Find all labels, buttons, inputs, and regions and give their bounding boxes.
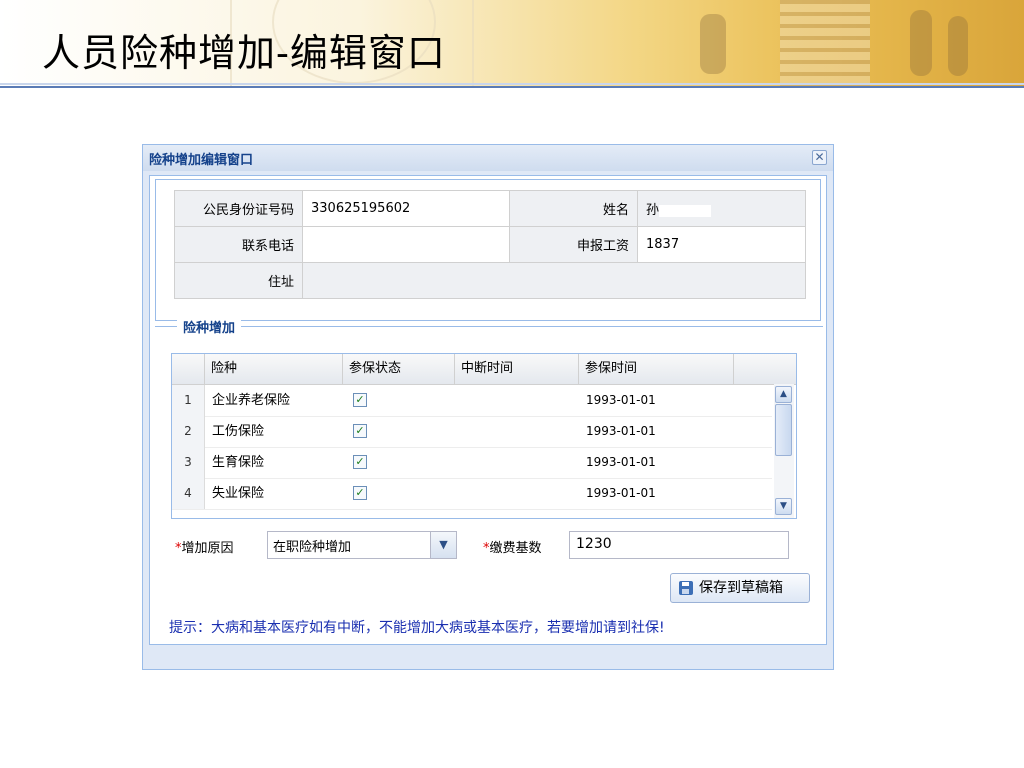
banner-decoration-figure: [948, 16, 968, 76]
save-button-label: 保存到草稿箱: [699, 580, 783, 596]
break-time-cell: [456, 447, 462, 478]
window-header: 险种增加编辑窗口 ✕: [143, 145, 833, 171]
grid-header: 险种 参保状态 中断时间 参保时间: [172, 354, 796, 385]
insurance-type-cell: 生育保险: [212, 455, 265, 470]
window-title: 险种增加编辑窗口: [149, 153, 254, 168]
masked-region: [410, 202, 451, 215]
person-info-table: 公民身份证号码 330625195602 姓名 孙 联系电话 申报工资 1837…: [174, 190, 806, 299]
name-label: 姓名: [509, 190, 638, 227]
table-row[interactable]: 4 失业保险 ✓ 1993-01-01: [172, 478, 772, 510]
join-time-cell: 1993-01-01: [586, 424, 656, 438]
id-number-label: 公民身份证号码: [174, 190, 303, 227]
close-icon[interactable]: ✕: [812, 150, 827, 165]
banner-divider: [0, 86, 1024, 88]
banner-decoration-figure: [700, 14, 726, 74]
contribution-base-label: *缴费基数: [483, 541, 542, 556]
column-header-break-time[interactable]: 中断时间: [455, 354, 579, 384]
column-header-join-time[interactable]: 参保时间: [579, 354, 734, 384]
edit-window: 险种增加编辑窗口 ✕ 公民身份证号码 330625195602 姓名 孙 联系电…: [142, 144, 834, 670]
table-row[interactable]: 3 生育保险 ✓ 1993-01-01: [172, 447, 772, 479]
scroll-down-icon[interactable]: ▼: [775, 498, 792, 515]
row-number-header: [172, 354, 205, 384]
banner-decoration-stairs: [780, 0, 870, 88]
insurance-grid: 险种 参保状态 中断时间 参保时间 1 企业养老保险 ✓ 1993-01-01 …: [171, 353, 797, 519]
banner-divider: [0, 83, 1024, 85]
insurance-type-cell: 工伤保险: [212, 424, 265, 439]
break-time-cell: [456, 478, 462, 509]
join-time-cell: 1993-01-01: [586, 393, 656, 407]
scroll-thumb[interactable]: [775, 404, 792, 456]
enrolled-checkbox[interactable]: ✓: [353, 486, 367, 500]
scroll-up-icon[interactable]: ▲: [775, 386, 792, 403]
slide-title: 人员险种增加-编辑窗口: [42, 31, 446, 75]
address-label: 住址: [174, 262, 303, 299]
save-to-drafts-button[interactable]: 保存到草稿箱: [670, 573, 810, 603]
phone-label: 联系电话: [174, 226, 303, 263]
name-text: 孙: [646, 203, 660, 218]
reason-combobox[interactable]: 在职险种增加 ▼: [267, 531, 457, 559]
salary-label: 申报工资: [509, 226, 638, 263]
banner-decoration-figure: [910, 10, 932, 76]
join-time-cell: 1993-01-01: [586, 455, 656, 469]
enrolled-checkbox[interactable]: ✓: [353, 393, 367, 407]
address-value: [302, 262, 806, 299]
break-time-cell: [456, 416, 462, 447]
row-number: 4: [172, 478, 205, 509]
table-row[interactable]: 2 工伤保险 ✓ 1993-01-01: [172, 416, 772, 448]
id-number-value: 330625195602: [302, 190, 510, 227]
reason-label: *增加原因: [175, 541, 234, 556]
section-legend: 险种增加: [177, 317, 242, 336]
id-number-text: 330625195602: [311, 201, 411, 216]
column-header-type[interactable]: 险种: [205, 354, 343, 384]
reason-combobox-value: 在职险种增加: [273, 540, 352, 555]
insurance-type-cell: 失业保险: [212, 486, 265, 501]
grid-scrollbar[interactable]: ▲ ▼: [774, 384, 794, 518]
insurance-add-section: 险种增加 险种 参保状态 中断时间 参保时间 1 企业养老保险 ✓ 1993-0…: [155, 317, 823, 638]
hint-text: 提示：大病和基本医疗如有中断，不能增加大病或基本医疗，若要增加请到社保!: [169, 620, 665, 636]
phone-value: [302, 226, 510, 263]
row-number: 2: [172, 416, 205, 447]
salary-value: 1837: [637, 226, 806, 263]
column-header-status[interactable]: 参保状态: [343, 354, 455, 384]
floppy-disk-icon: [679, 581, 693, 595]
chevron-down-icon[interactable]: ▼: [430, 532, 456, 558]
window-body: 公民身份证号码 330625195602 姓名 孙 联系电话 申报工资 1837…: [149, 175, 827, 645]
table-row[interactable]: 1 企业养老保险 ✓ 1993-01-01: [172, 385, 772, 417]
insurance-type-cell: 企业养老保险: [212, 393, 291, 408]
masked-region: [659, 204, 712, 217]
row-number: 1: [172, 385, 205, 416]
join-time-cell: 1993-01-01: [586, 486, 656, 500]
contribution-base-input[interactable]: 1230: [569, 531, 789, 559]
break-time-cell: [456, 385, 462, 416]
name-value: 孙: [637, 190, 806, 227]
row-number: 3: [172, 447, 205, 478]
enrolled-checkbox[interactable]: ✓: [353, 455, 367, 469]
enrolled-checkbox[interactable]: ✓: [353, 424, 367, 438]
